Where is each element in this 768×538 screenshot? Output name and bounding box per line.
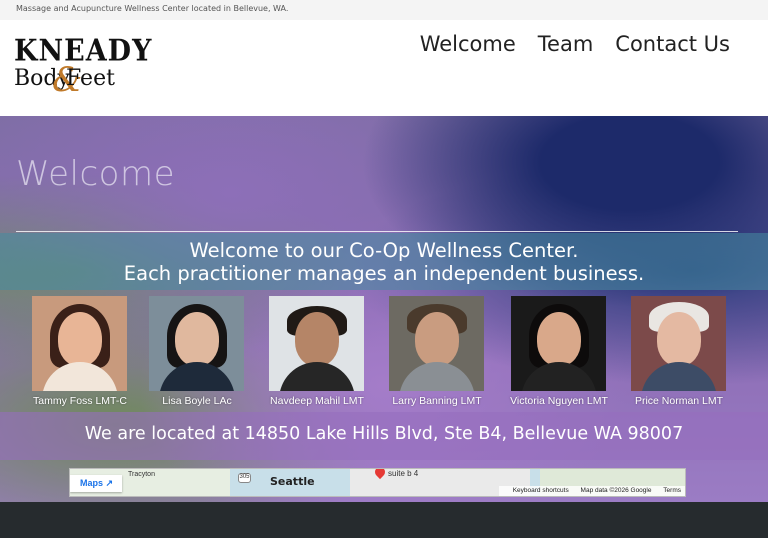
welcome-line-2: Each practitioner manages an independent…	[123, 262, 645, 285]
practitioner-name[interactable]: Victoria Nguyen LMT	[489, 395, 629, 407]
tagline: Massage and Acupuncture Wellness Center …	[16, 4, 289, 13]
map-terms-link[interactable]: Terms	[663, 487, 681, 494]
map-footer: Keyboard shortcuts Map data ©2026 Google…	[498, 486, 685, 496]
main-nav: Welcome Team Contact Us	[420, 32, 730, 56]
practitioner-card[interactable]: Lisa Boyle LAc	[149, 296, 247, 407]
map-road-shield: 305	[238, 473, 251, 483]
practitioner-card[interactable]: Larry Banning LMT	[389, 296, 487, 407]
keyboard-shortcuts-link[interactable]: Keyboard shortcuts	[513, 487, 569, 494]
practitioner-photo[interactable]	[389, 296, 484, 391]
nav-welcome[interactable]: Welcome	[420, 32, 516, 56]
practitioner-photo[interactable]	[32, 296, 127, 391]
map-label-suite: suite b 4	[388, 469, 419, 478]
practitioner-name[interactable]: Lisa Boyle LAc	[127, 395, 267, 407]
practitioner-card[interactable]: Victoria Nguyen LMT	[510, 296, 609, 407]
open-in-maps-button[interactable]: Maps ↗	[70, 475, 122, 492]
practitioner-name[interactable]: Navdeep Mahil LMT	[247, 395, 387, 407]
welcome-line-1: Welcome to our Co-Op Wellness Center.	[189, 239, 579, 262]
practitioner-list: Tammy Foss LMT-C Lisa Boyle LAc Navdeep …	[0, 296, 768, 408]
page-title: Welcome	[16, 154, 176, 194]
external-link-icon: ↗	[105, 478, 114, 488]
practitioner-photo[interactable]	[269, 296, 364, 391]
top-bar: Massage and Acupuncture Wellness Center …	[0, 0, 768, 20]
site-header: KNEADY Body & Feet Welcome Team Contact …	[0, 20, 768, 116]
practitioner-name[interactable]: Price Norman LMT	[609, 395, 749, 407]
map-data-attribution: Map data ©2026 Google	[580, 487, 652, 494]
hero-section: Welcome Welcome to our Co-Op Wellness Ce…	[0, 116, 768, 502]
embedded-map[interactable]: Tracyton 305 Seattle suite b 4 Maps ↗ Ke…	[69, 468, 686, 497]
page-footer	[0, 502, 768, 538]
logo-text-feet: Feet	[66, 66, 115, 91]
divider	[16, 231, 738, 232]
practitioner-card[interactable]: Price Norman LMT	[631, 296, 729, 407]
nav-team[interactable]: Team	[538, 32, 594, 56]
map-label-city: Seattle	[270, 475, 315, 488]
welcome-banner: Welcome to our Co-Op Wellness Center. Ea…	[0, 233, 768, 290]
practitioner-card[interactable]: Tammy Foss LMT-C	[32, 296, 130, 407]
address-text: We are located at 14850 Lake Hills Blvd,…	[84, 424, 684, 444]
practitioner-card[interactable]: Navdeep Mahil LMT	[269, 296, 367, 407]
address-banner: We are located at 14850 Lake Hills Blvd,…	[0, 412, 768, 460]
practitioner-photo[interactable]	[631, 296, 726, 391]
site-logo[interactable]: KNEADY Body & Feet	[14, 34, 151, 104]
maps-button-label: Maps	[80, 478, 104, 488]
map-label-town: Tracyton	[128, 471, 155, 478]
practitioner-photo[interactable]	[511, 296, 606, 391]
practitioner-photo[interactable]	[149, 296, 244, 391]
logo-text-kneady: KNEADY	[14, 34, 153, 69]
practitioner-name[interactable]: Larry Banning LMT	[367, 395, 507, 407]
nav-contact-us[interactable]: Contact Us	[615, 32, 730, 56]
